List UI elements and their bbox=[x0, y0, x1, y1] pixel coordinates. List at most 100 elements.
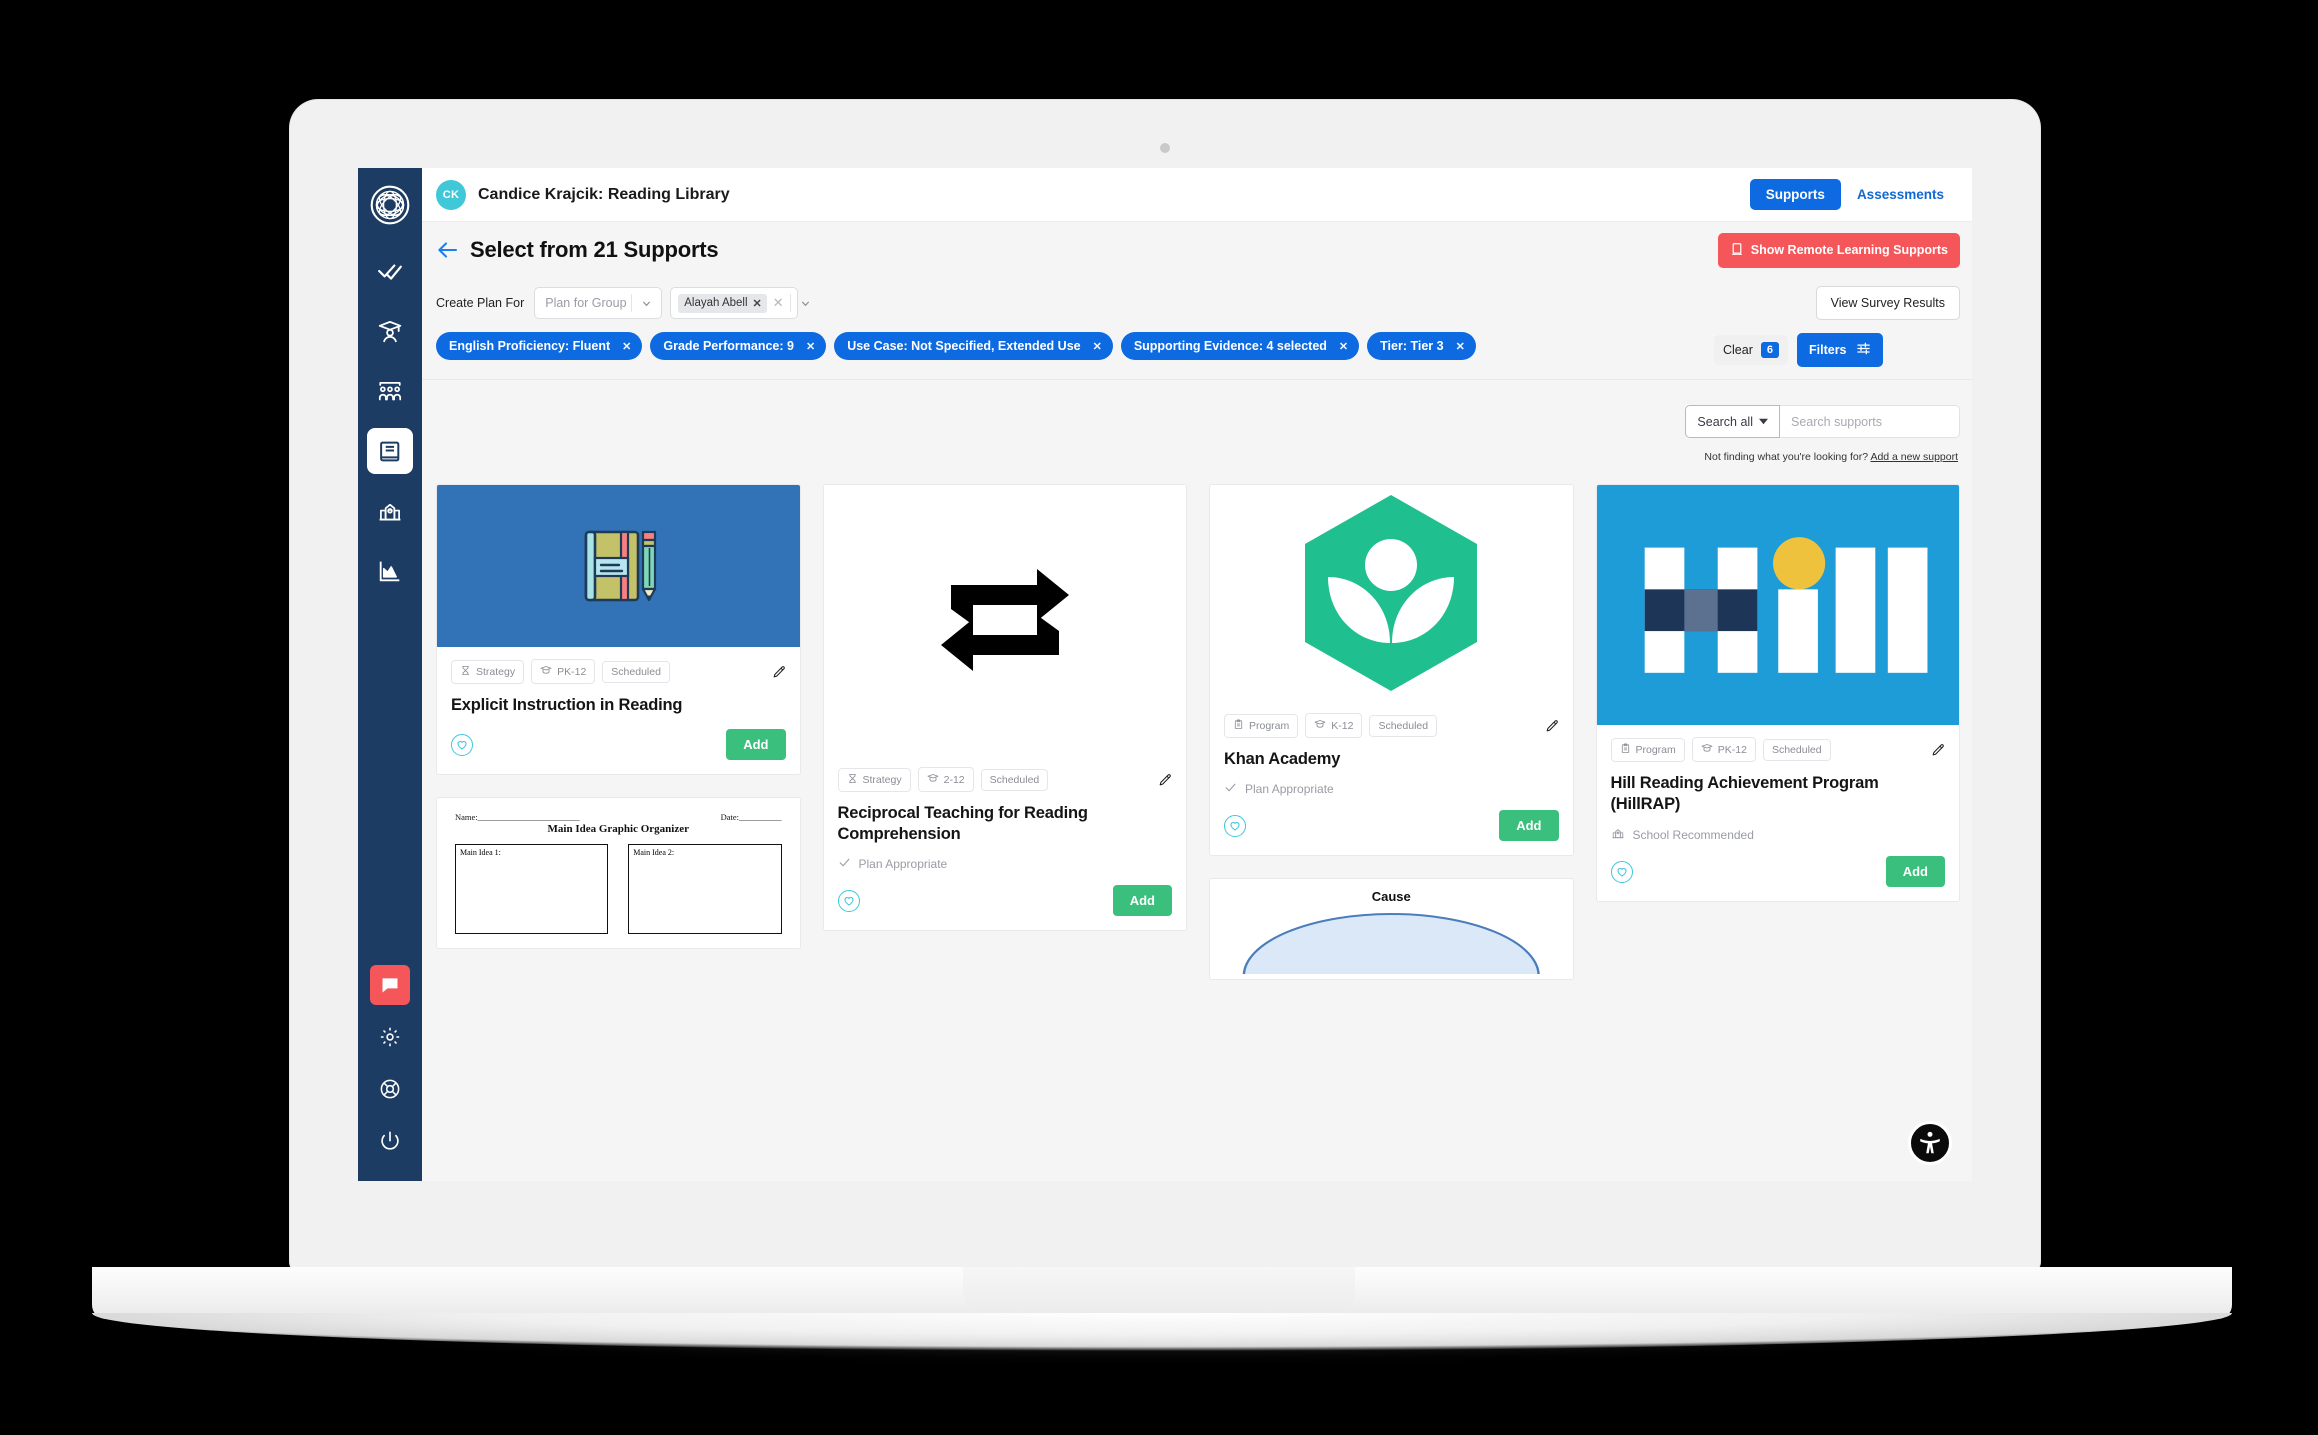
strategy-icon bbox=[460, 665, 471, 679]
filter-chip-label: Tier: Tier 3 bbox=[1380, 339, 1444, 353]
badge-scheduled: Scheduled bbox=[602, 660, 670, 683]
search-scope-dropdown[interactable]: Search all bbox=[1685, 405, 1780, 438]
support-card-partial[interactable]: Cause bbox=[1209, 878, 1574, 981]
filters-button[interactable]: Filters bbox=[1797, 333, 1883, 367]
support-card[interactable]: Program PK-12 Scheduled Hill Reading Ach… bbox=[1595, 484, 1960, 903]
card-thumbnail bbox=[823, 485, 1186, 755]
badge-label: Strategy bbox=[476, 665, 516, 678]
sidebar-item-settings[interactable] bbox=[370, 1017, 410, 1057]
view-survey-results-button[interactable]: View Survey Results bbox=[1815, 286, 1960, 320]
filter-chip[interactable]: Tier: Tier 3 ✕ bbox=[1367, 332, 1476, 360]
clear-filters-button[interactable]: Clear 6 bbox=[1714, 335, 1788, 365]
close-icon[interactable]: ✕ bbox=[1339, 340, 1348, 353]
card-footer: Add bbox=[1610, 856, 1945, 888]
grad-cap-icon bbox=[540, 664, 552, 679]
clipboard-icon bbox=[1620, 743, 1631, 757]
support-card[interactable]: Strategy PK-12 Scheduled Explicit Instru… bbox=[436, 484, 801, 776]
graphic-organizer-thumbnail: Name:________________________ Date:_____… bbox=[437, 798, 800, 949]
globe-logo-icon[interactable] bbox=[367, 182, 413, 228]
add-button[interactable]: Add bbox=[1885, 856, 1945, 888]
page-account-title: Candice Krajcik: Reading Library bbox=[478, 185, 730, 203]
add-new-support-link[interactable]: Add a new support bbox=[1870, 451, 1958, 463]
sidebar-item-tasks[interactable] bbox=[367, 248, 413, 294]
favorite-heart-icon[interactable] bbox=[451, 733, 473, 756]
card-note: School Recommended bbox=[1611, 826, 1946, 843]
favorite-heart-icon[interactable] bbox=[837, 889, 860, 912]
badge-scheduled: Scheduled bbox=[1369, 714, 1438, 737]
sidebar-item-messages[interactable] bbox=[370, 965, 410, 1005]
card-title: Hill Reading Achievement Program (HillRA… bbox=[1610, 774, 1879, 814]
badge-type: Strategy bbox=[451, 659, 525, 684]
student-token[interactable]: Alayah Abell ✕ bbox=[678, 293, 767, 313]
sidebar-item-reports[interactable] bbox=[367, 548, 413, 594]
favorite-heart-icon[interactable] bbox=[1610, 860, 1633, 883]
chevron-down-icon[interactable] bbox=[632, 298, 661, 309]
laptop-icon bbox=[1730, 242, 1744, 259]
card-body: Strategy 2-12 Scheduled Reciprocal Teach… bbox=[824, 755, 1187, 930]
close-icon[interactable]: ✕ bbox=[1093, 340, 1102, 353]
plan-for-group-placeholder: Plan for Group bbox=[545, 296, 627, 310]
cause-effect-thumbnail: Cause bbox=[1210, 879, 1573, 980]
search-row: Search all bbox=[436, 380, 1960, 438]
plan-for-group-select[interactable]: Plan for Group bbox=[534, 287, 663, 319]
add-button[interactable]: Add bbox=[1112, 885, 1172, 917]
card-badges: Strategy 2-12 Scheduled bbox=[837, 767, 1173, 792]
sidebar-item-school[interactable] bbox=[367, 488, 413, 534]
close-icon[interactable]: ✕ bbox=[806, 340, 815, 353]
close-icon[interactable]: ✕ bbox=[622, 340, 631, 353]
sidebar-item-library[interactable] bbox=[367, 428, 413, 474]
avatar[interactable]: CK bbox=[436, 179, 466, 210]
support-card-partial[interactable]: Name:________________________ Date:_____… bbox=[436, 797, 801, 950]
sidebar-item-help[interactable] bbox=[370, 1069, 410, 1109]
chevron-down-icon[interactable] bbox=[791, 298, 820, 309]
badge-grade: PK-12 bbox=[1691, 737, 1756, 762]
edit-pencil-icon[interactable] bbox=[1931, 743, 1945, 757]
support-card[interactable]: Strategy 2-12 Scheduled Reciprocal Teach… bbox=[822, 484, 1187, 932]
filter-chip[interactable]: Supporting Evidence: 4 selected ✕ bbox=[1120, 332, 1360, 360]
card-body: Strategy PK-12 Scheduled Explicit Instru… bbox=[437, 647, 800, 774]
clear-count-badge: 6 bbox=[1760, 342, 1779, 358]
arrow-left-icon[interactable] bbox=[436, 238, 460, 262]
student-select[interactable]: Alayah Abell ✕ ✕ bbox=[670, 287, 809, 319]
tab-supports[interactable]: Supports bbox=[1749, 179, 1841, 210]
card-footer: Add bbox=[451, 729, 786, 761]
remove-student-icon[interactable]: ✕ bbox=[753, 297, 762, 310]
clipboard-icon bbox=[1233, 719, 1244, 733]
school-icon bbox=[1611, 826, 1625, 843]
filter-chip[interactable]: Grade Performance: 9 ✕ bbox=[650, 332, 827, 360]
show-remote-learning-supports-button[interactable]: Show Remote Learning Supports bbox=[1717, 232, 1960, 268]
card-thumbnail bbox=[1210, 485, 1573, 701]
badge-type: Program bbox=[1224, 713, 1299, 738]
add-button[interactable]: Add bbox=[1499, 810, 1559, 842]
sidebar-item-students[interactable] bbox=[367, 308, 413, 354]
topbar: CK Candice Krajcik: Reading Library Supp… bbox=[422, 168, 1972, 222]
sidebar-item-logout[interactable] bbox=[370, 1121, 410, 1161]
favorite-heart-icon[interactable] bbox=[1224, 814, 1246, 837]
search-input[interactable] bbox=[1780, 405, 1960, 438]
cause-title: Cause bbox=[1371, 889, 1411, 905]
laptop-notch bbox=[963, 1267, 1355, 1313]
badge-label: PK-12 bbox=[1717, 743, 1747, 756]
card-badges: Strategy PK-12 Scheduled bbox=[451, 659, 786, 684]
search-scope-label: Search all bbox=[1697, 414, 1753, 429]
filter-chip[interactable]: Use Case: Not Specified, Extended Use ✕ bbox=[834, 332, 1113, 360]
card-note-label: Plan Appropriate bbox=[1245, 782, 1334, 797]
close-icon[interactable]: ✕ bbox=[1456, 340, 1465, 353]
badge-label: PK-12 bbox=[557, 665, 587, 678]
page-header: Select from 21 Supports Show Remote Lear… bbox=[422, 222, 1972, 278]
badge-type: Program bbox=[1610, 737, 1685, 762]
add-button[interactable]: Add bbox=[726, 729, 786, 761]
sidebar-item-groups[interactable] bbox=[367, 368, 413, 414]
accessibility-icon[interactable] bbox=[1908, 1121, 1952, 1165]
edit-pencil-icon[interactable] bbox=[772, 665, 786, 679]
clear-students-icon[interactable]: ✕ bbox=[767, 295, 790, 311]
tab-assessments[interactable]: Assessments bbox=[1841, 179, 1960, 210]
card-column: Strategy 2-12 Scheduled Reciprocal Teach… bbox=[822, 484, 1187, 980]
edit-pencil-icon[interactable] bbox=[1158, 773, 1172, 787]
filter-chip[interactable]: English Proficiency: Fluent ✕ bbox=[436, 332, 643, 360]
support-card[interactable]: Program K-12 Scheduled Khan Academy Plan… bbox=[1209, 484, 1574, 857]
edit-pencil-icon[interactable] bbox=[1545, 719, 1559, 733]
card-body: Program K-12 Scheduled Khan Academy Plan… bbox=[1210, 701, 1573, 855]
card-note-label: School Recommended bbox=[1632, 827, 1754, 842]
strategy-icon bbox=[847, 773, 858, 787]
